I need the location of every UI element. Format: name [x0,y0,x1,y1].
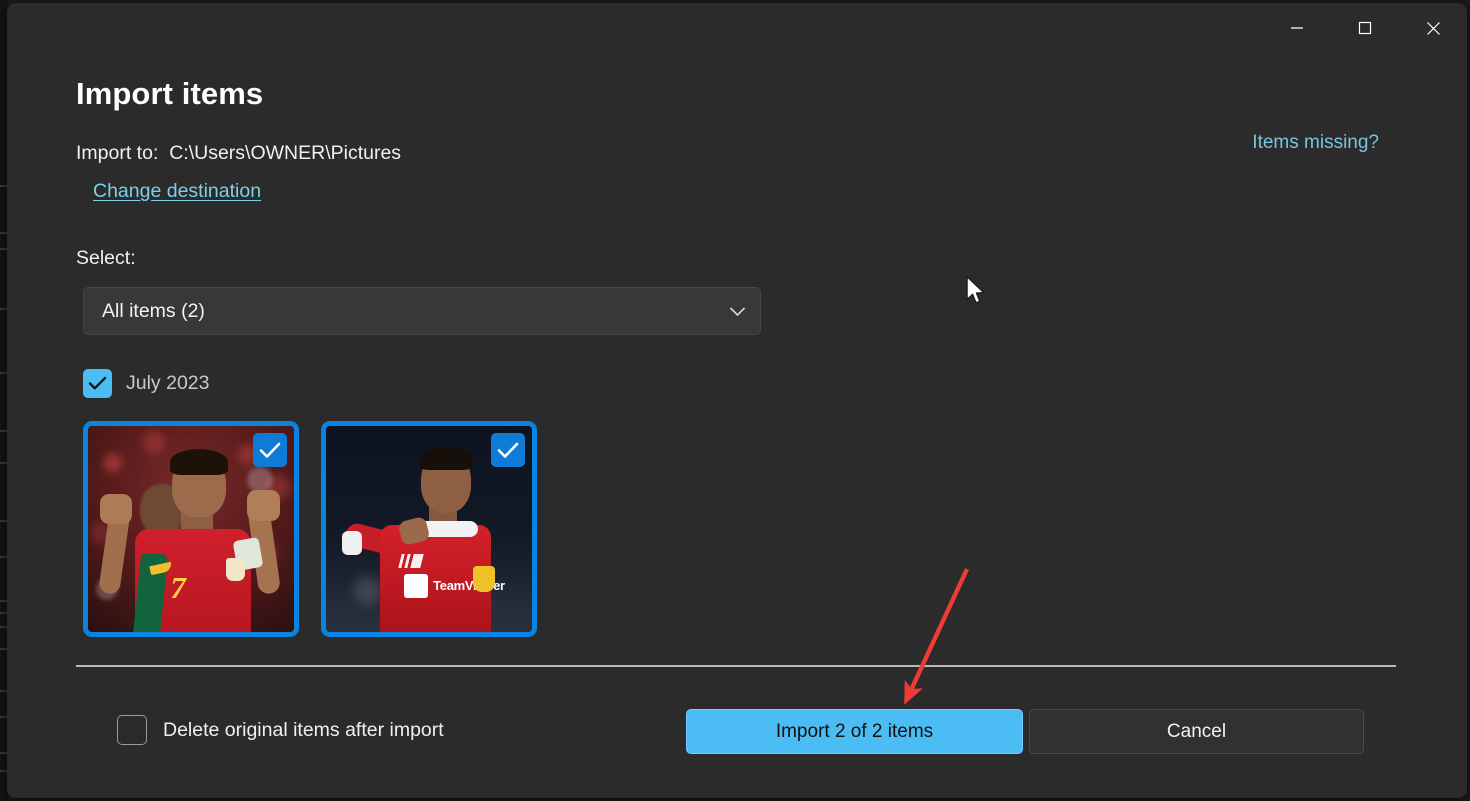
maximize-button[interactable] [1331,3,1399,53]
delete-original-checkbox[interactable] [117,715,147,745]
group-label: July 2023 [126,372,209,395]
chevron-down-icon [729,306,746,317]
maximize-icon [1358,21,1372,35]
select-dropdown-value: All items (2) [102,300,729,323]
minimize-button[interactable] [1263,3,1331,53]
thumbnail-selected-badge[interactable] [253,433,287,467]
items-missing-link[interactable]: Items missing? [1252,132,1379,154]
group-checkbox[interactable] [83,369,112,398]
window-controls [1263,3,1467,53]
delete-original-option[interactable]: Delete original items after import [117,715,444,745]
destination-path: C:\Users\OWNER\Pictures [169,142,401,164]
thumbnail-item[interactable]: 7 [83,421,299,637]
close-icon [1426,21,1441,36]
thumbnail-selected-badge[interactable] [491,433,525,467]
import-button[interactable]: Import 2 of 2 items [686,709,1023,754]
close-button[interactable] [1399,3,1467,53]
group-row-july-2023[interactable]: July 2023 [83,369,209,398]
import-to-label: Import to: [76,142,169,164]
thumbnail-grid: 7 TeamViewer [83,421,537,637]
minimize-icon [1290,21,1304,35]
thumbnail-item[interactable]: TeamViewer [321,421,537,637]
checkmark-icon [88,376,107,391]
delete-original-label: Delete original items after import [163,719,444,742]
import-destination-line: Import to: C:\Users\OWNER\Pictures [76,142,401,165]
select-label: Select: [76,247,136,270]
checkmark-icon [259,442,281,459]
change-destination-link[interactable]: Change destination [93,180,261,203]
page-title: Import items [76,76,263,112]
import-items-dialog: Import items Import to: C:\Users\OWNER\P… [7,3,1467,798]
footer-divider [76,665,1396,667]
cancel-button[interactable]: Cancel [1029,709,1364,754]
select-dropdown[interactable]: All items (2) [83,287,761,335]
checkmark-icon [497,442,519,459]
